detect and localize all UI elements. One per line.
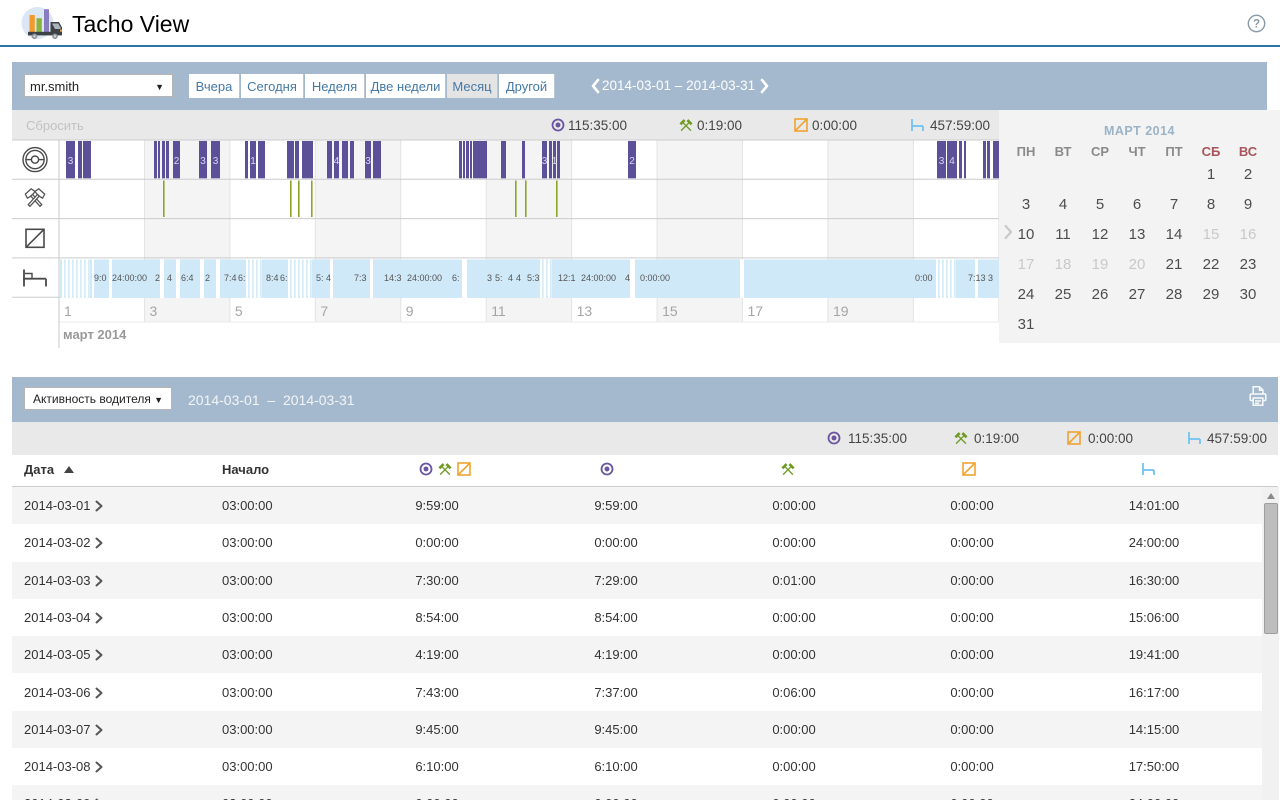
svg-text:15: 15 <box>662 303 678 319</box>
svg-text:4: 4 <box>625 273 630 283</box>
svg-text:6:: 6: <box>452 273 460 283</box>
svg-text:6:: 6: <box>238 273 246 283</box>
svg-text:1: 1 <box>64 303 72 319</box>
svg-text:?: ? <box>1253 19 1260 31</box>
svg-text:7:3: 7:3 <box>354 273 367 283</box>
svg-text:24:00:00: 24:00:00 <box>407 273 442 283</box>
svg-text:2: 2 <box>629 156 635 167</box>
svg-text:8:4: 8:4 <box>266 273 279 283</box>
svg-text:9:0: 9:0 <box>94 273 107 283</box>
svg-text:17: 17 <box>748 303 764 319</box>
svg-text:4: 4 <box>508 273 513 283</box>
svg-text:5:: 5: <box>495 273 503 283</box>
svg-text:4: 4 <box>334 156 340 167</box>
svg-text:3: 3 <box>149 303 157 319</box>
svg-text:24:00:00: 24:00:00 <box>112 273 147 283</box>
svg-text:3: 3 <box>939 156 945 167</box>
svg-text:5: 5 <box>235 303 243 319</box>
svg-text:457:59:00: 457:59:00 <box>1207 431 1267 446</box>
svg-text:март 2014: март 2014 <box>63 327 127 342</box>
svg-text:3: 3 <box>200 156 206 167</box>
svg-text:0:00:00: 0:00:00 <box>1088 431 1133 446</box>
svg-text:0:00:00: 0:00:00 <box>640 273 670 283</box>
svg-text:1: 1 <box>552 156 558 167</box>
svg-text:Сбросить: Сбросить <box>26 118 84 133</box>
svg-text:0:00:00: 0:00:00 <box>812 118 857 133</box>
svg-text:7:13: 7:13 <box>968 273 986 283</box>
svg-text:4: 4 <box>326 273 331 283</box>
svg-text:5:: 5: <box>316 273 324 283</box>
svg-text:457:59:00: 457:59:00 <box>930 118 990 133</box>
svg-text:12:1: 12:1 <box>558 273 576 283</box>
svg-text:13: 13 <box>577 303 593 319</box>
svg-text:115:35:00: 115:35:00 <box>848 431 907 446</box>
svg-text:3: 3 <box>68 156 74 167</box>
svg-text:3: 3 <box>213 156 219 167</box>
svg-text:0:00: 0:00 <box>915 273 933 283</box>
svg-text:4: 4 <box>516 273 521 283</box>
svg-text:7:4: 7:4 <box>224 273 237 283</box>
svg-text:0:19:00: 0:19:00 <box>974 431 1019 446</box>
svg-text:6:: 6: <box>280 273 288 283</box>
svg-text:3: 3 <box>487 273 492 283</box>
svg-text:14:3: 14:3 <box>384 273 402 283</box>
svg-text:9: 9 <box>406 303 414 319</box>
svg-text:4: 4 <box>167 273 172 283</box>
svg-text:115:35:00: 115:35:00 <box>568 118 627 133</box>
svg-text:1: 1 <box>250 156 256 167</box>
svg-text:6:4: 6:4 <box>181 273 194 283</box>
svg-text:5:3: 5:3 <box>527 273 540 283</box>
svg-text:2: 2 <box>174 156 180 167</box>
svg-text:7: 7 <box>320 303 328 319</box>
svg-text:3: 3 <box>365 156 371 167</box>
svg-text:0:19:00: 0:19:00 <box>697 118 742 133</box>
svg-text:24:00:00: 24:00:00 <box>581 273 616 283</box>
svg-text:3: 3 <box>988 273 993 283</box>
svg-text:2: 2 <box>205 273 210 283</box>
svg-text:11: 11 <box>491 303 506 319</box>
svg-text:2: 2 <box>155 273 160 283</box>
svg-text:19: 19 <box>833 303 849 319</box>
svg-text:3: 3 <box>542 156 548 167</box>
svg-text:4: 4 <box>949 156 955 167</box>
